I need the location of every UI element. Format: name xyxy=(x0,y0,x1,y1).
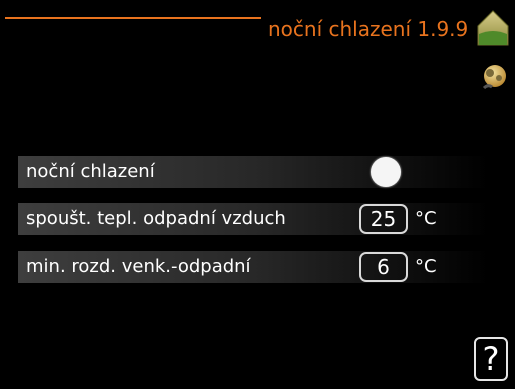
page-title: noční chlazení 1.9.9 xyxy=(268,17,469,41)
min-diff-value-field[interactable]: 6 xyxy=(359,252,408,282)
setting-row-min-diff[interactable]: min. rozd. venk.-odpadní 6 °C xyxy=(18,251,488,283)
settings-gear-icon[interactable] xyxy=(478,62,510,94)
unit-label: °C xyxy=(415,256,437,277)
house-icon[interactable] xyxy=(475,8,511,46)
help-button[interactable]: ? xyxy=(474,337,508,381)
setting-label: min. rozd. venk.-odpadní xyxy=(26,256,251,277)
unit-label: °C xyxy=(415,208,437,229)
setting-row-night-cooling[interactable]: noční chlazení xyxy=(18,156,488,188)
night-cooling-toggle[interactable] xyxy=(371,157,401,187)
setting-row-start-temp[interactable]: spoušt. tepl. odpadní vzduch 25 °C xyxy=(18,203,488,235)
header-accent-line xyxy=(5,17,261,19)
setting-label: spoušt. tepl. odpadní vzduch xyxy=(26,208,286,229)
setting-label: noční chlazení xyxy=(26,161,155,182)
start-temp-value-field[interactable]: 25 xyxy=(359,204,408,234)
